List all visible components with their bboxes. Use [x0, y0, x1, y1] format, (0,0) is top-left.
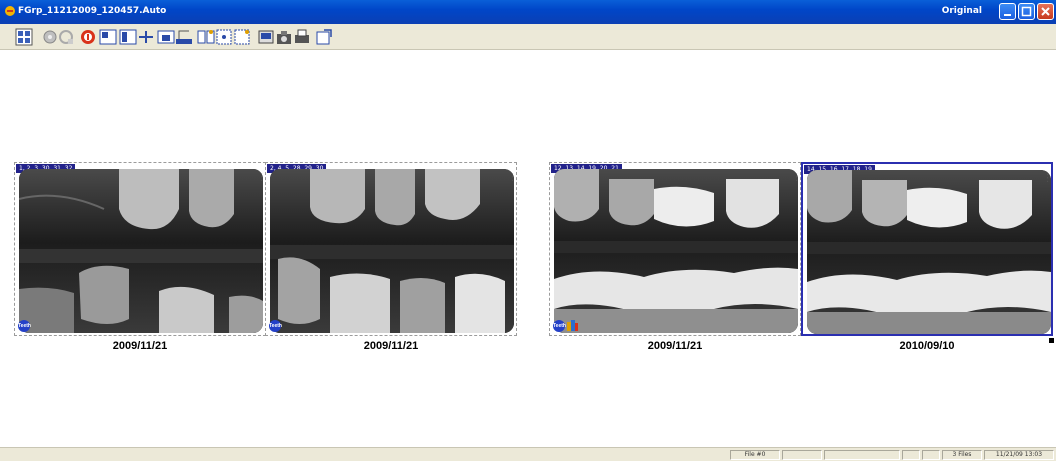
resize-handle[interactable] — [1049, 338, 1054, 343]
window-layout-a-icon[interactable] — [98, 27, 118, 47]
window-layout-b-icon[interactable] — [118, 27, 138, 47]
maximize-button[interactable] — [1018, 3, 1035, 20]
view-mode-label: Original — [941, 6, 982, 16]
xray-panel-selected[interactable]: 14, 15, 16, 17, 18, 19 · · · — [801, 162, 1053, 336]
xray-panel[interactable]: 1, 2, 3, 30, 31, 32 · · · Teeth — [14, 162, 266, 336]
status-cell-empty — [922, 450, 940, 460]
teeth-badge[interactable]: Teeth — [269, 320, 282, 332]
sensor-text: · · · — [793, 173, 799, 181]
title-bar: FGrp_11212009_120457.Auto Original — [0, 0, 1056, 24]
teeth-badge[interactable]: Teeth — [553, 320, 566, 332]
xray-image[interactable] — [19, 169, 263, 333]
xray-image[interactable] — [554, 169, 798, 333]
xray-panel[interactable]: 12, 13, 14, 19, 20, 21 · · · Teeth — [549, 162, 801, 336]
xray-image[interactable] — [807, 170, 1051, 334]
image-date: 2009/11/21 — [363, 340, 419, 352]
xray-image[interactable] — [270, 169, 514, 333]
image-date: 2009/11/21 — [647, 340, 703, 352]
camera-icon[interactable] — [274, 27, 294, 47]
app-icon[interactable] — [4, 5, 16, 17]
print-icon[interactable] — [292, 27, 312, 47]
measure-icon[interactable] — [136, 27, 156, 47]
close-button[interactable] — [1037, 3, 1054, 20]
settings-wheel-icon[interactable] — [56, 27, 76, 47]
image-date: 2009/11/21 — [112, 340, 168, 352]
status-cell-empty — [902, 450, 920, 460]
import-icon[interactable] — [256, 27, 276, 47]
minimize-button[interactable] — [999, 3, 1016, 20]
status-datetime: 11/21/09 13:03 — [984, 450, 1054, 460]
image-date: 2010/09/10 — [899, 340, 955, 352]
export-icon[interactable] — [314, 27, 334, 47]
status-cell-empty — [782, 450, 822, 460]
teeth-badge[interactable]: Teeth — [18, 320, 31, 332]
sensor-text: · · · — [509, 173, 515, 181]
toolbar — [0, 24, 1056, 50]
status-bar: File #0 3 Files 11/21/09 13:03 — [0, 447, 1056, 461]
image-workspace[interactable]: 1, 2, 3, 30, 31, 32 · · · Teeth — [0, 50, 1056, 447]
enhance-icon[interactable] — [232, 27, 252, 47]
status-cell-empty — [824, 450, 900, 460]
grid-layout-icon[interactable] — [14, 27, 34, 47]
grid-view-icon[interactable] — [214, 27, 234, 47]
single-view-icon[interactable] — [156, 27, 176, 47]
window-title: FGrp_11212009_120457.Auto — [18, 6, 167, 16]
sensor-text: · · · — [1044, 174, 1050, 182]
sensor-text: · · · — [258, 173, 264, 181]
info-circle-icon[interactable] — [78, 27, 98, 47]
file-count: 3 Files — [942, 450, 982, 460]
tooth-chart-icon[interactable] — [566, 319, 579, 332]
scan-icon[interactable] — [174, 27, 194, 47]
compare-icon[interactable] — [196, 27, 216, 47]
file-index: File #0 — [730, 450, 780, 460]
xray-panel[interactable]: 2, 4, 5, 28, 29, 30 · · · Teeth — [265, 162, 517, 336]
